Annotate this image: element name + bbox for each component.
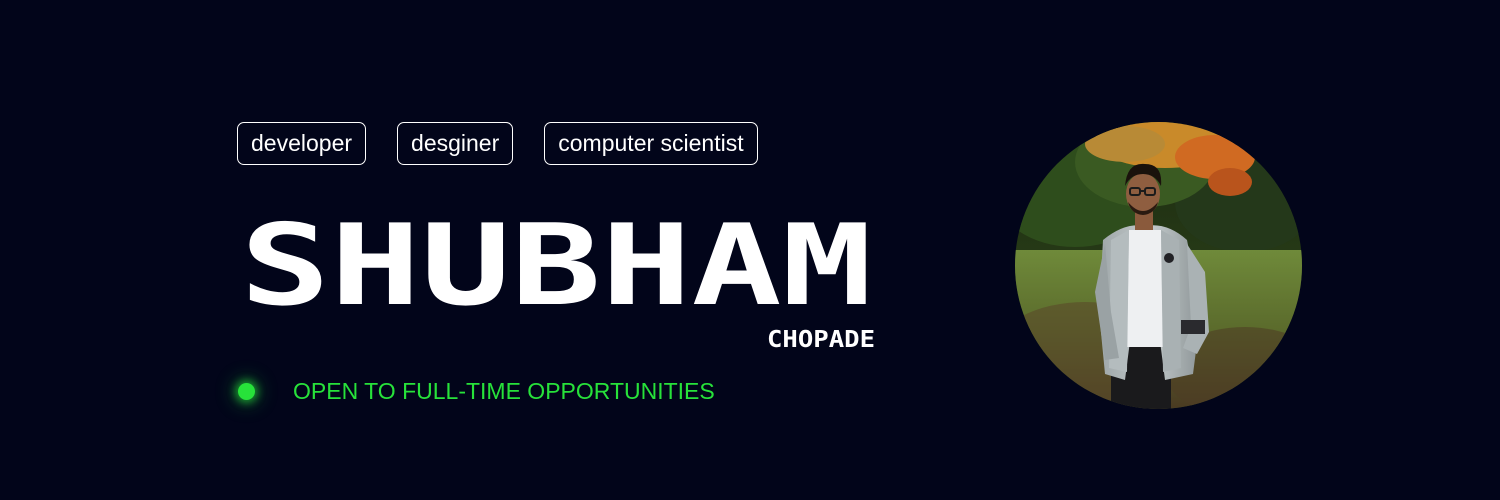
first-name: SHUBHAM <box>240 201 872 331</box>
name-heading: SHUBHAM CHOPADE <box>240 201 875 353</box>
status-text: OPEN TO FULL-TIME OPPORTUNITIES <box>293 378 715 404</box>
role-tags: developer desginer computer scientist <box>237 122 758 165</box>
profile-banner: developer desginer computer scientist SH… <box>0 0 1500 500</box>
profile-photo <box>1015 122 1302 409</box>
status-indicator-dot <box>238 383 255 400</box>
role-tag-computer-scientist: computer scientist <box>544 122 758 165</box>
role-tag-developer: developer <box>237 122 367 165</box>
availability-status: OPEN TO FULL-TIME OPPORTUNITIES <box>236 378 715 405</box>
role-tag-designer: desginer <box>397 122 514 165</box>
last-name: CHOPADE <box>767 327 875 353</box>
profile-photo-image <box>1015 122 1302 409</box>
